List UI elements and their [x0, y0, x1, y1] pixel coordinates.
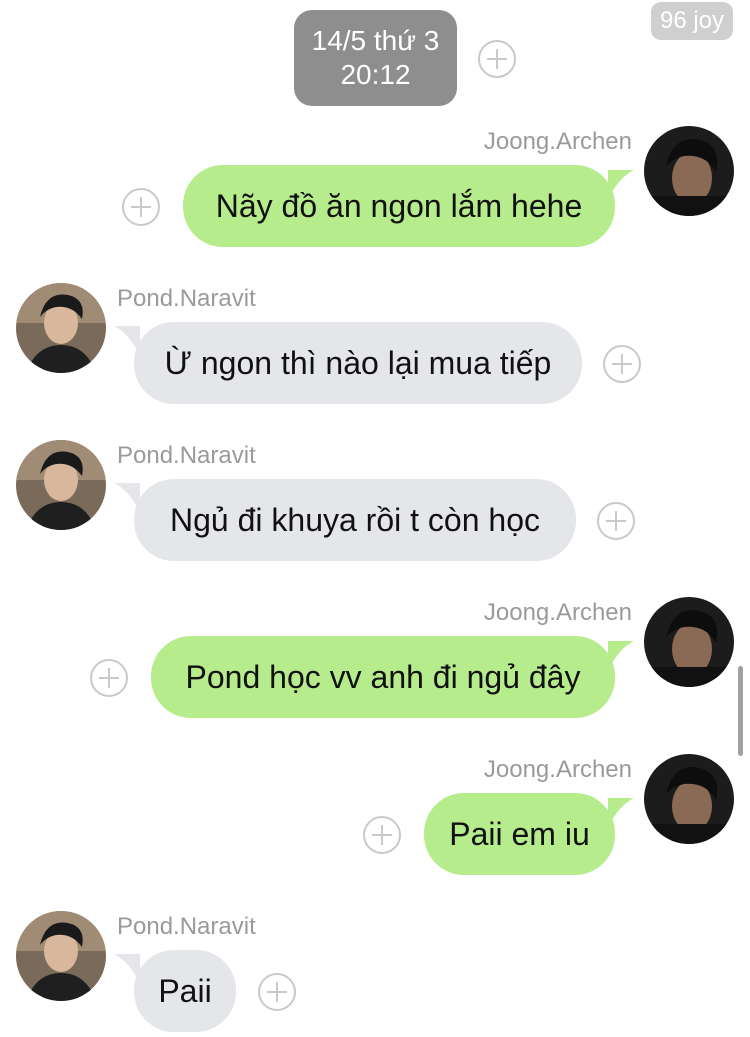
sender-name: Pond.Naravit: [117, 285, 256, 312]
message-bubble[interactable]: Paii: [134, 950, 236, 1032]
date-label: 14/5 thứ 3: [311, 25, 440, 56]
add-reaction-icon[interactable]: [478, 40, 516, 78]
time-label: 20:12: [340, 59, 411, 90]
add-reaction-icon[interactable]: [597, 502, 635, 540]
avatar[interactable]: [16, 440, 106, 530]
avatar[interactable]: [644, 754, 734, 844]
message-text: Paii em iu: [449, 815, 590, 852]
avatar[interactable]: [16, 911, 106, 1001]
message-bubble[interactable]: Nãy đồ ăn ngon lắm hehe: [183, 165, 615, 247]
message-bubble[interactable]: Pond học vv anh đi ngủ đây: [151, 636, 615, 718]
sender-name: Joong.Archen: [483, 756, 632, 783]
sender-name: Pond.Naravit: [117, 913, 256, 940]
sender-name: Pond.Naravit: [117, 442, 256, 469]
avatar[interactable]: [16, 283, 106, 373]
add-reaction-icon[interactable]: [603, 345, 641, 383]
add-reaction-icon[interactable]: [122, 188, 160, 226]
message-text: Nãy đồ ăn ngon lắm hehe: [215, 187, 583, 224]
message-text: Ừ ngon thì nào lại mua tiếp: [164, 344, 552, 381]
message-text: Ngủ đi khuya rồi t còn học: [170, 501, 540, 538]
add-reaction-icon[interactable]: [258, 973, 296, 1011]
message-bubble[interactable]: Ừ ngon thì nào lại mua tiếp: [134, 322, 582, 404]
avatar[interactable]: [644, 126, 734, 216]
message-text: Pond học vv anh đi ngủ đây: [185, 658, 581, 695]
message-text: Paii: [158, 972, 212, 1009]
scrollbar[interactable]: [738, 666, 743, 756]
watermark-badge: 96 joy: [651, 2, 733, 40]
sender-name: Joong.Archen: [483, 599, 632, 626]
sender-name: Joong.Archen: [483, 128, 632, 155]
message-bubble[interactable]: Ngủ đi khuya rồi t còn học: [134, 479, 576, 561]
date-divider: 14/5 thứ 3 20:12: [294, 10, 457, 106]
avatar[interactable]: [644, 597, 734, 687]
add-reaction-icon[interactable]: [363, 816, 401, 854]
message-bubble[interactable]: Paii em iu: [424, 793, 615, 875]
add-reaction-icon[interactable]: [90, 659, 128, 697]
